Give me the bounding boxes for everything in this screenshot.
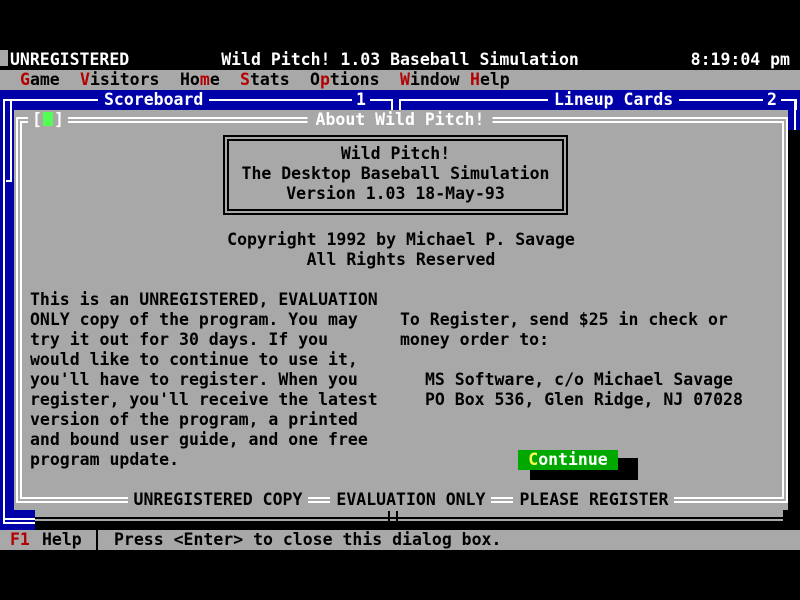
dialog-shadow-right [788,130,800,510]
scoreboard-window-left-border [3,99,5,524]
menu-window[interactable]: Window [400,70,460,90]
evaluation-text-line: you'll have to register. When you [30,370,378,390]
about-line: Wild Pitch! [229,144,562,164]
rights-line: All Rights Reserved [14,250,788,270]
close-button[interactable]: [] [28,110,68,130]
evaluation-text: This is an UNREGISTERED, EVALUATION ONLY… [30,290,378,470]
dos-screen: UNREGISTERED Wild Pitch! 1.03 Baseball S… [0,0,800,600]
f1-help-key[interactable]: F1 [10,530,30,550]
evaluation-text-line: version of the program, a printed [30,410,378,430]
close-bracket-left: [ [32,110,42,129]
inner-window-corner-fragment [6,180,12,182]
evaluation-text-line: This is an UNREGISTERED, EVALUATION [30,290,378,310]
statusbar-divider [96,530,98,550]
titlebar: UNREGISTERED Wild Pitch! 1.03 Baseball S… [0,50,800,70]
scoreboard-window-corner [391,99,393,110]
evaluation-text-line: try it out for 30 days. If you [30,330,378,350]
window-bottom-line2 [35,521,783,523]
menu-visitors[interactable]: Visitors [80,70,159,90]
scoreboard-window-bottom-border2 [3,522,35,524]
window-bottom-line1 [35,517,783,519]
menu-options[interactable]: Options [310,70,380,90]
scoreboard-window-bottom-border1 [3,518,35,520]
about-box: Wild Pitch! The Desktop Baseball Simulat… [223,135,568,215]
close-bracket-right: ] [54,110,64,129]
evaluation-text-line: would like to continue to use it, [30,350,378,370]
continue-button[interactable]: Continue [518,450,618,470]
register-instructions-line: money order to: [400,330,549,350]
window-bottom-junction1 [388,511,390,521]
f1-help-label[interactable]: Help [42,530,82,550]
scoreboard-window-number: 1 [352,90,370,110]
about-line: Version 1.03 18-May-93 [229,184,562,204]
inner-window-border-fragment [10,101,12,182]
clock: 8:19:04 pm [691,50,790,70]
evaluation-text-line: and bound user guide, and one free [30,430,378,450]
lineup-window-corner [399,99,401,110]
evaluation-text-line: ONLY copy of the program. You may [30,310,378,330]
register-instructions-line: To Register, send $25 in check or [400,310,728,330]
window-bottom-junction2 [396,511,398,521]
evaluation-text-line: register, you'll receive the latest [30,390,378,410]
menu-stats[interactable]: Stats [240,70,290,90]
register-address-line: MS Software, c/o Michael Savage [425,370,733,390]
scoreboard-window-title[interactable]: Scoreboard [98,90,209,110]
lineup-window-right-border [794,99,796,130]
menu-home[interactable]: Home [180,70,220,90]
evaluation-text-line: program update. [30,450,378,470]
footer-unregistered: UNREGISTERED COPY [128,490,309,510]
app-title: Wild Pitch! 1.03 Baseball Simulation [221,50,579,70]
dialog-title: About Wild Pitch! [308,110,493,130]
lineup-window-title[interactable]: Lineup Cards [548,90,679,110]
menu-help[interactable]: Help [470,70,510,90]
statusbar-message: Press <Enter> to close this dialog box. [114,530,501,550]
lineup-window-number: 2 [763,90,781,110]
titlebar-registration-status: UNREGISTERED [10,50,129,70]
menu-game[interactable]: Game [20,70,60,90]
about-line: The Desktop Baseball Simulation [229,164,562,184]
desktop-bottom-left [14,510,35,530]
dialog-footer: UNREGISTERED COPY EVALUATION ONLY PLEASE… [14,490,788,510]
register-address-line: PO Box 536, Glen Ridge, NJ 07028 [425,390,743,410]
close-icon [43,112,53,126]
footer-evaluation: EVALUATION ONLY [330,490,491,510]
status-bar: F1 Help Press <Enter> to close this dial… [0,530,800,550]
copyright-line: Copyright 1992 by Michael P. Savage [14,230,788,250]
menu-bar: Game Visitors Home Stats Options Window … [0,70,800,90]
screen-artifact [0,50,8,66]
footer-register: PLEASE REGISTER [513,490,674,510]
